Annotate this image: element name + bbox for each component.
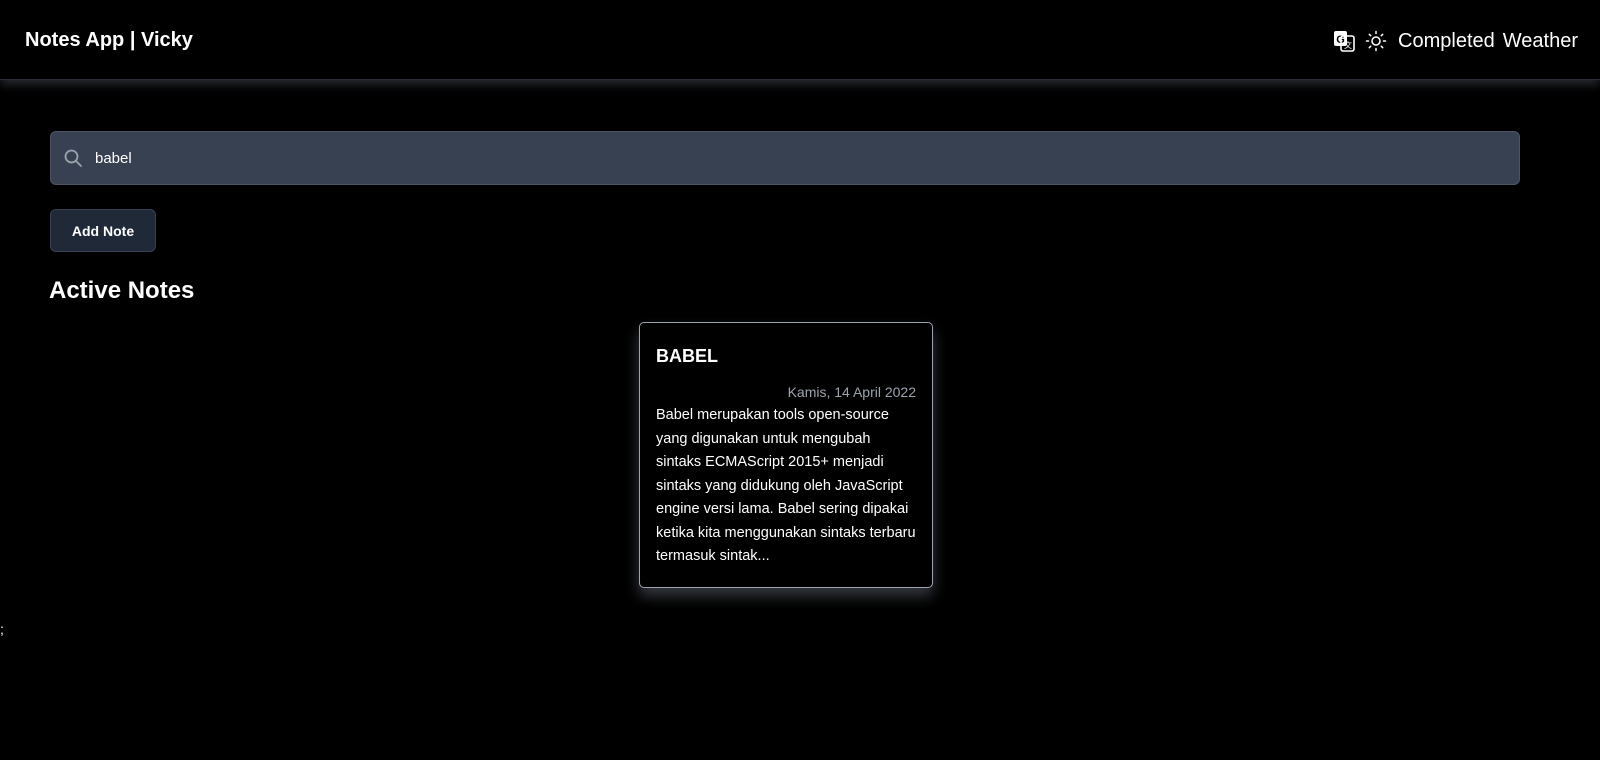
note-date: Kamis, 14 April 2022 (787, 384, 916, 400)
note-body: Babel merupakan tools open-source yang d… (656, 407, 916, 564)
svg-text:文: 文 (1344, 40, 1352, 50)
app-title[interactable]: Notes App | Vicky (25, 28, 193, 52)
stray-text: ; (0, 621, 4, 637)
search-icon (63, 148, 83, 168)
search-input[interactable] (93, 137, 1519, 179)
weather-link[interactable]: Weather (1503, 29, 1578, 53)
note-card[interactable]: BABEL Kamis, 14 April 2022 Babel merupak… (639, 322, 933, 588)
search-bar (50, 131, 1520, 185)
sun-icon[interactable] (1364, 29, 1388, 53)
section-title: Active Notes (49, 277, 195, 304)
app-header: Notes App | Vicky G 文 Completed Weather (0, 0, 1600, 80)
header-actions: G 文 Completed Weather (1332, 29, 1578, 53)
note-title[interactable]: BABEL (656, 345, 916, 367)
completed-link[interactable]: Completed (1398, 29, 1495, 53)
translate-icon[interactable]: G 文 (1332, 29, 1356, 53)
add-note-button[interactable]: Add Note (50, 209, 156, 252)
